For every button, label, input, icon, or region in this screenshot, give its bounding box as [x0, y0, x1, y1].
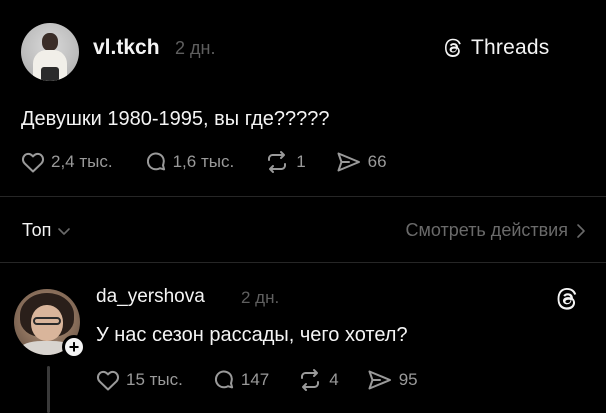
repost-icon — [268, 151, 287, 173]
heart-icon — [96, 370, 120, 391]
sort-dropdown[interactable]: Топ — [22, 220, 71, 241]
post-author-name[interactable]: vl.tkch — [93, 36, 160, 60]
reply-actions: 15 тыс. 147 4 95 — [96, 368, 418, 392]
threads-brand[interactable]: Threads — [442, 36, 549, 60]
chevron-down-icon — [58, 227, 71, 235]
reply-like-button[interactable]: 15 тыс. — [96, 369, 183, 391]
share-count: 66 — [367, 152, 387, 171]
threads-logo-icon — [445, 38, 461, 57]
author-avatar[interactable] — [21, 23, 79, 81]
heart-icon — [21, 152, 45, 173]
avatar-figure-legs — [41, 67, 59, 81]
threads-logo-icon — [557, 288, 577, 310]
reply-repost-button[interactable]: 4 — [297, 368, 339, 392]
avatar-glasses — [33, 317, 61, 325]
chevron-right-icon — [577, 223, 585, 238]
reply-comment-button[interactable]: 147 — [211, 368, 269, 392]
reply-repost-count: 4 — [329, 370, 339, 389]
comment-button[interactable]: 1,6 тыс. — [143, 150, 235, 174]
threads-post-screen: vl.tkch 2 дн. Threads Девушки 1980-1995,… — [0, 0, 606, 413]
view-activity-label: Смотреть действия — [405, 220, 568, 240]
comment-icon — [214, 370, 233, 389]
thread-line — [47, 366, 50, 413]
repost-icon — [301, 369, 320, 391]
follow-button[interactable]: + — [62, 335, 86, 359]
reply-like-count: 15 тыс. — [126, 370, 183, 389]
comment-count: 1,6 тыс. — [172, 152, 235, 171]
like-button[interactable]: 2,4 тыс. — [21, 151, 113, 173]
divider — [0, 262, 606, 263]
post-body-text: Девушки 1980-1995, вы где????? — [21, 108, 330, 130]
reply-share-button[interactable]: 95 — [367, 369, 418, 391]
like-count: 2,4 тыс. — [51, 152, 113, 171]
share-icon — [337, 152, 360, 172]
post-actions: 2,4 тыс. 1,6 тыс. 1 66 — [21, 150, 387, 174]
reply-author-name[interactable]: da_yershova — [96, 286, 205, 308]
sort-label: Топ — [22, 220, 52, 240]
reply-share-count: 95 — [398, 370, 418, 389]
avatar-figure-head — [42, 33, 58, 51]
reply-threads-button[interactable] — [554, 286, 580, 317]
comment-icon — [146, 152, 165, 171]
post-timestamp: 2 дн. — [175, 38, 216, 58]
view-activity-link[interactable]: Смотреть действия — [406, 220, 586, 241]
share-button[interactable]: 66 — [336, 151, 387, 173]
reply-body-text: У нас сезон рассады, чего хотел? — [96, 324, 408, 346]
repost-count: 1 — [296, 152, 306, 171]
reply-comment-count: 147 — [240, 370, 270, 389]
repost-button[interactable]: 1 — [264, 150, 306, 174]
divider — [0, 196, 606, 197]
share-icon — [368, 370, 391, 390]
threads-brand-label: Threads — [471, 36, 550, 59]
reply-timestamp: 2 дн. — [241, 288, 280, 307]
